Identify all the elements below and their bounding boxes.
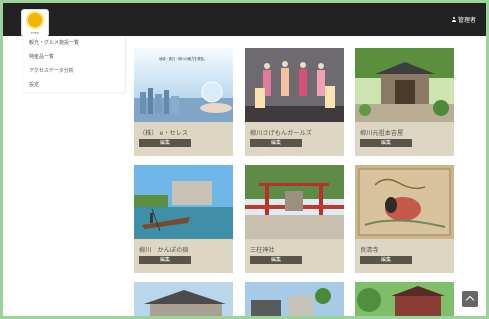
card-motoyoshiya[interactable]: 柳川元祖本吉屋 編集: [355, 48, 454, 156]
card-kanpo-no-yado[interactable]: 柳川 かんぽの宿 編集: [134, 165, 233, 273]
card-title: 柳川さげもんガールズ: [250, 130, 312, 137]
card-photo: [134, 165, 233, 239]
edit-button[interactable]: 編集: [360, 139, 412, 147]
scroll-to-top-button[interactable]: [462, 291, 478, 307]
card-photo: [355, 165, 454, 239]
edit-button[interactable]: 編集: [250, 139, 302, 147]
card-photo: [245, 282, 344, 316]
card-sagemon-girls[interactable]: 柳川さげもんガールズ 編集: [245, 48, 344, 156]
card-photo: [134, 282, 233, 316]
edit-button[interactable]: 編集: [250, 256, 302, 264]
card-row3-2[interactable]: [245, 282, 344, 316]
card-mihashira-shrine[interactable]: 三柱神社 編集: [245, 165, 344, 273]
app-frame: EXEZ 管理者 観光・グルメ施設一覧 特産品一覧 アクセスデータ分析 設定 地…: [3, 3, 486, 316]
card-photo: [355, 48, 454, 122]
card-title: 良清寺: [360, 247, 379, 254]
card-title: 三柱神社: [250, 247, 275, 254]
edit-button[interactable]: 編集: [360, 256, 412, 264]
svg-text:地域・旅行・柳川の魅力を発信。: 地域・旅行・柳川の魅力を発信。: [159, 56, 207, 61]
card-photo: [245, 165, 344, 239]
card-photo: 地域・旅行・柳川の魅力を発信。: [134, 48, 233, 122]
card-title: （株） e・セレス: [139, 130, 189, 137]
card-ecelles[interactable]: 地域・旅行・柳川の魅力を発信。 （株） e・セレス 編集: [134, 48, 233, 156]
card-title: 柳川元祖本吉屋: [360, 130, 404, 137]
card-ryoseiji[interactable]: 良清寺 編集: [355, 165, 454, 273]
card-grid: 地域・旅行・柳川の魅力を発信。 （株） e・セレス 編集 柳川さげもんガールズ …: [3, 3, 486, 316]
card-photo: [355, 282, 454, 316]
card-row3-3[interactable]: [355, 282, 454, 316]
card-title: 柳川 かんぽの宿: [139, 247, 189, 254]
card-photo: [245, 48, 344, 122]
edit-button[interactable]: 編集: [139, 256, 191, 264]
edit-button[interactable]: 編集: [139, 139, 191, 147]
card-row3-1[interactable]: [134, 282, 233, 316]
